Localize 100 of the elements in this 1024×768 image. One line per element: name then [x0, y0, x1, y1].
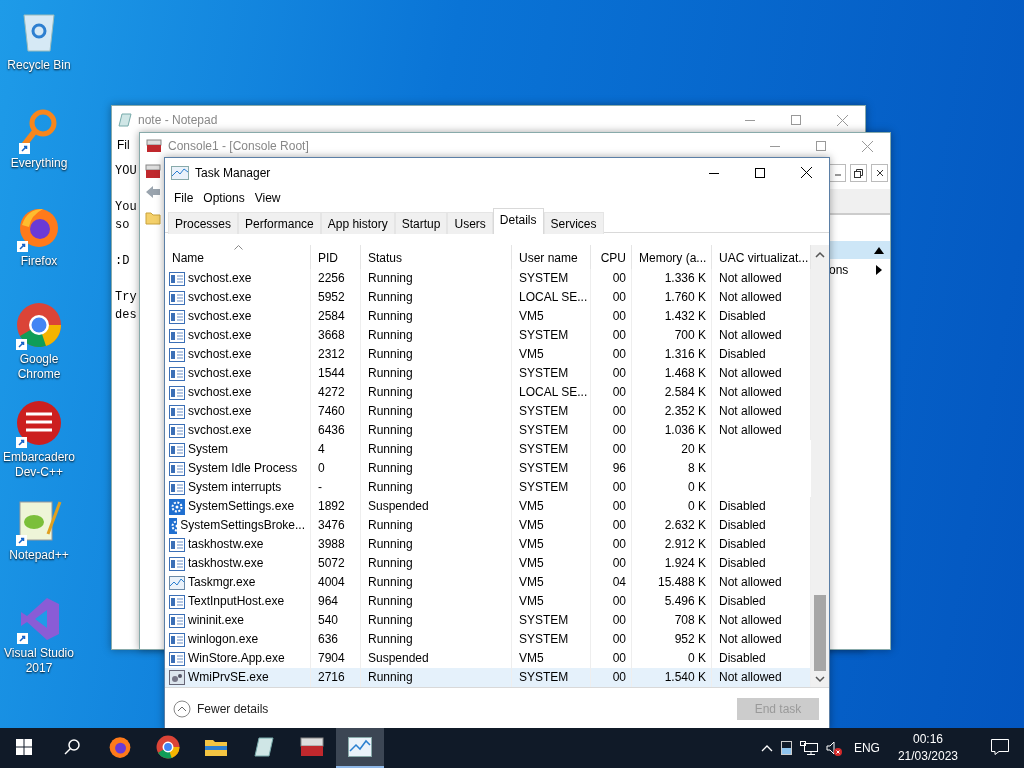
table-cell-text: taskhostw.exe [188, 555, 264, 572]
fewer-details-link[interactable]: Fewer details [197, 701, 269, 716]
clock-time[interactable]: 00:16 [912, 731, 943, 748]
table-row[interactable]: svchost.exe 2312 Running VM5 00 1.316 K Disabled [165, 345, 811, 364]
column-header[interactable]: PID [311, 245, 361, 269]
taskbar-app-button[interactable] [336, 728, 384, 768]
network-icon[interactable] [799, 741, 818, 755]
text-line: des [115, 307, 137, 324]
chevron-up-icon[interactable] [760, 744, 773, 752]
menu-item[interactable]: File [169, 191, 199, 205]
tab[interactable]: Processes [168, 212, 239, 234]
scroll-down-icon[interactable] [815, 675, 825, 683]
battery-icon[interactable] [780, 741, 792, 755]
table-cell-text: Running [368, 593, 413, 610]
table-row[interactable]: SystemSettingsBroke... 3476 Running VM5 00 2.632 K Disabled [165, 516, 811, 535]
table-row[interactable]: SystemSettings.exe 1892 Suspended VM5 00 0 K Disabled [165, 497, 811, 516]
table-cell-text: 2.584 K [664, 384, 706, 401]
close-icon[interactable] [800, 167, 812, 178]
table-cell-text: 4004 [318, 574, 345, 591]
column-header[interactable]: Status [361, 245, 512, 269]
window-icon [169, 480, 185, 495]
table-cell-text: 00 [612, 498, 626, 515]
table-row[interactable]: svchost.exe 5952 Running LOCAL SE... 00 1.760 K Not allowed [165, 288, 811, 307]
notepad-chameleon-icon[interactable] [16, 498, 62, 544]
tab[interactable]: Users [447, 212, 493, 234]
table-row[interactable]: System 4 Running SYSTEM 00 20 K [165, 440, 811, 459]
table-cell-text: Not allowed [719, 384, 782, 401]
text-line: Try [115, 289, 137, 306]
menu-item[interactable]: View [249, 191, 286, 205]
table-cell-text: 4272 [318, 384, 345, 401]
back-arrow-icon[interactable] [145, 185, 161, 199]
table-cell-text: Not allowed [719, 327, 782, 344]
tab[interactable]: Details [492, 208, 544, 234]
window-icon [169, 347, 185, 362]
muted-speaker-icon[interactable] [825, 740, 842, 756]
table-row[interactable]: svchost.exe 4272 Running LOCAL SE... 00 2.584 K Not allowed [165, 383, 811, 402]
window-icon [169, 271, 185, 286]
window-icon [169, 328, 185, 343]
table-row[interactable]: taskhostw.exe 3988 Running VM5 00 2.912 K Disabled [165, 535, 811, 554]
tab[interactable]: App history [320, 212, 395, 234]
table-cell-text: VM5 [519, 536, 544, 553]
scroll-up-icon[interactable] [815, 251, 825, 259]
table-row[interactable]: taskhostw.exe 5072 Running VM5 00 1.924 K Disabled [165, 554, 811, 573]
menu-item[interactable]: Fil [116, 138, 131, 152]
table-cell-text: Running [368, 384, 413, 401]
clock-date[interactable]: 21/03/2023 [897, 748, 958, 765]
table-row[interactable]: wininit.exe 540 Running SYSTEM 00 708 K Not allowed [165, 611, 811, 630]
tab[interactable]: Performance [238, 212, 321, 234]
table-row[interactable]: svchost.exe 7460 Running SYSTEM 00 2.352 K Not allowed [165, 402, 811, 421]
table-row[interactable]: TextInputHost.exe 964 Running VM5 00 5.496 K Disabled [165, 592, 811, 611]
tab[interactable]: Services [543, 212, 604, 234]
scrollbar[interactable] [811, 245, 829, 687]
text-line: You [115, 199, 137, 216]
table-cell-text: Disabled [719, 536, 766, 553]
dev-ball-icon[interactable] [16, 400, 62, 446]
table-cell-text: VM5 [519, 593, 544, 610]
table-cell-text: 96 [612, 460, 626, 477]
language-indicator[interactable]: ENG [853, 741, 880, 755]
table-cell-text: 1892 [318, 498, 345, 515]
window-title: Task Manager [195, 165, 272, 180]
table-cell-text: Not allowed [719, 631, 782, 648]
table-cell-text: taskhostw.exe [188, 536, 264, 553]
window-icon [169, 309, 185, 324]
table-row[interactable]: System interrupts - Running SYSTEM 00 0 K [165, 478, 811, 497]
column-header[interactable]: Name [165, 245, 311, 269]
gear-icon [169, 517, 178, 534]
column-header[interactable]: Memory (a... [632, 245, 712, 269]
column-header[interactable]: User name [512, 245, 591, 269]
collapse-circle-icon[interactable] [173, 699, 191, 718]
close-button[interactable] [871, 164, 888, 182]
table-row[interactable]: svchost.exe 1544 Running SYSTEM 00 1.468 K Not allowed [165, 364, 811, 383]
table-row[interactable]: Taskmgr.exe 4004 Running VM5 04 15.488 K Not allowed [165, 573, 811, 592]
menu-item[interactable]: Options [198, 191, 250, 205]
table-row[interactable]: svchost.exe 2256 Running SYSTEM 00 1.336 K Not allowed [165, 269, 811, 288]
table-row[interactable]: WmiPrvSE.exe 2716 Running SYSTEM 00 1.540 K Not allowed [165, 668, 811, 687]
window-icon [169, 290, 185, 305]
table-cell-text: SystemSettings.exe [188, 498, 295, 515]
table-cell-text: 8 K [688, 460, 706, 477]
table-row[interactable]: System Idle Process 0 Running SYSTEM 96 8 K [165, 459, 811, 478]
restore-button[interactable] [850, 164, 867, 182]
scroll-thumb[interactable] [814, 595, 826, 671]
pane-text[interactable]: ons [829, 263, 849, 277]
table-row[interactable]: svchost.exe 3668 Running SYSTEM 00 700 K Not allowed [165, 326, 811, 345]
table-cell-text: 1.316 K [664, 346, 706, 363]
table-cell-text: Running [368, 536, 413, 553]
table-cell-text: 00 [612, 650, 626, 667]
tab[interactable]: Startup [394, 212, 448, 234]
sort-caret-icon [234, 245, 243, 250]
maximize-icon[interactable] [755, 167, 765, 178]
table-row[interactable]: winlogon.exe 636 Running SYSTEM 00 952 K Not allowed [165, 630, 811, 649]
collapse-arrow-icon[interactable] [874, 246, 884, 254]
table-cell-text: SYSTEM [519, 365, 569, 382]
table-cell-text: Not allowed [719, 422, 782, 439]
column-header[interactable]: CPU [591, 245, 632, 269]
table-row[interactable]: svchost.exe 6436 Running SYSTEM 00 1.036 K Not allowed [165, 421, 811, 440]
desktop-icon-label[interactable]: Visual Studio 2017 [1, 646, 77, 676]
console-toolbox-icon [145, 163, 161, 179]
expand-arrow-icon[interactable] [876, 265, 882, 275]
chrome-ball-icon[interactable] [16, 302, 62, 348]
table-row[interactable]: svchost.exe 2584 Running VM5 00 1.432 K Disabled [165, 307, 811, 326]
